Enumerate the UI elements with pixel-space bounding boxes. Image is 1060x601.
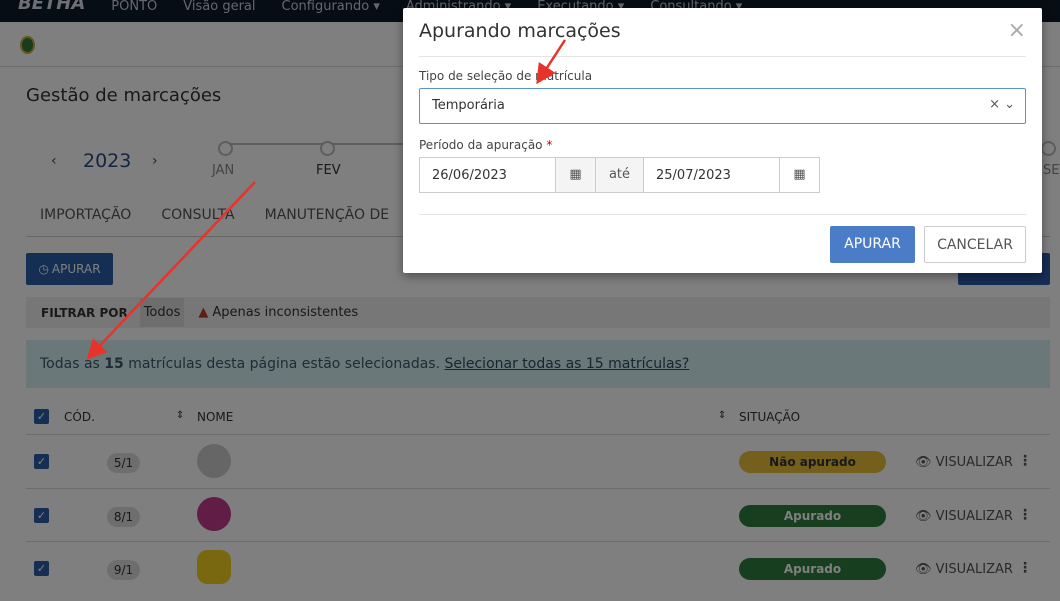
annotation-arrow xyxy=(86,181,256,360)
annotation-arrow xyxy=(536,39,567,85)
annotation-arrows xyxy=(86,39,567,360)
